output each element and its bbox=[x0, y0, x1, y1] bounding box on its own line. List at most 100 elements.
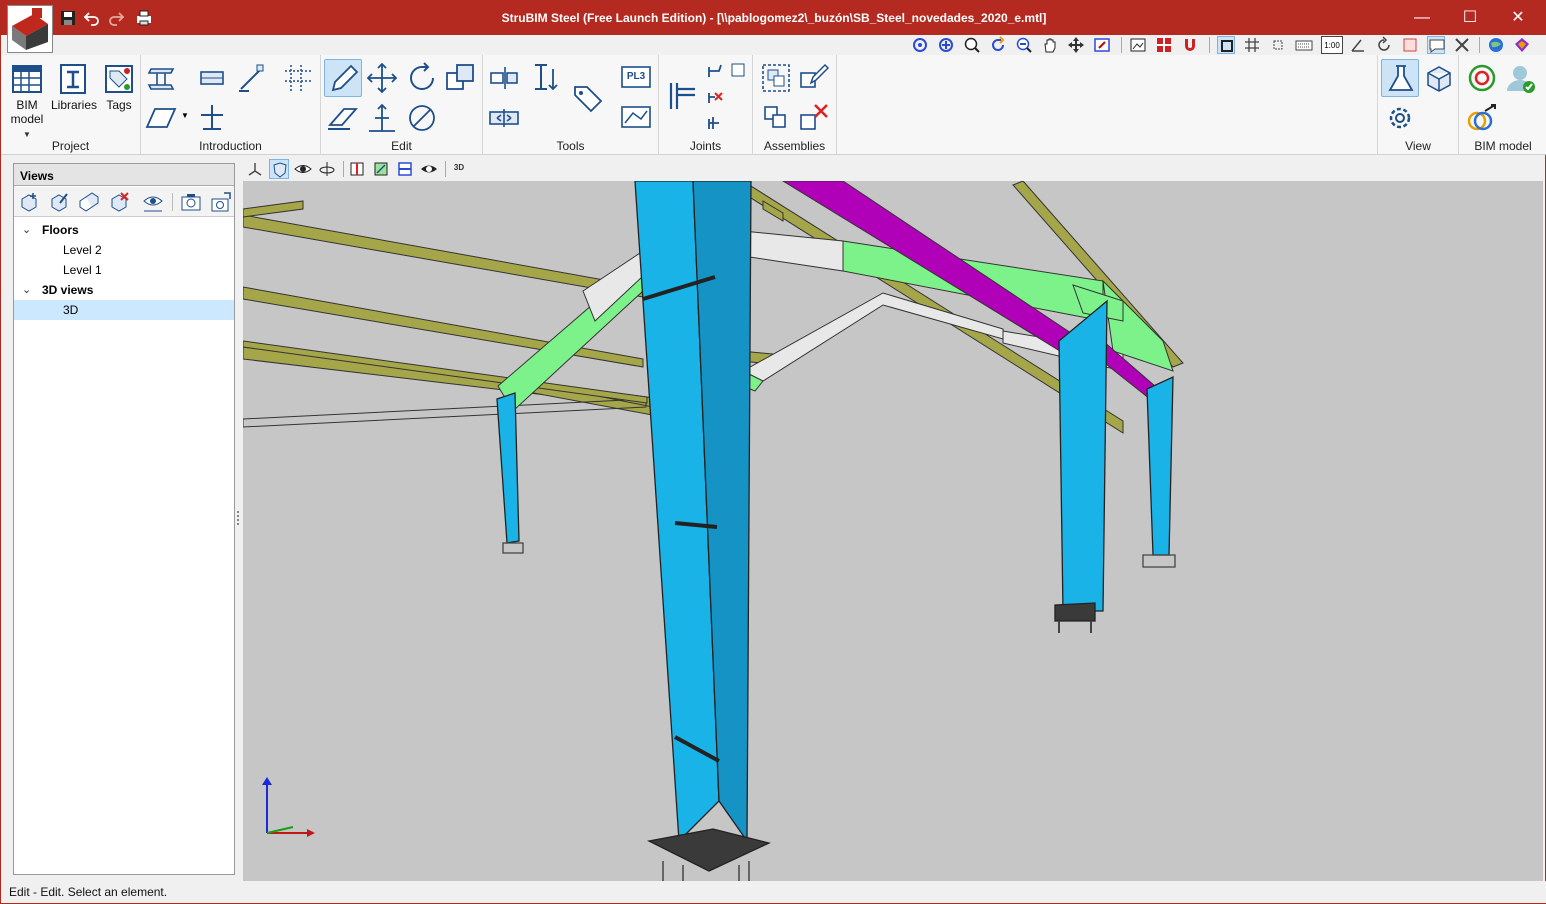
edit-assembly-button[interactable] bbox=[795, 59, 833, 97]
brace-button[interactable] bbox=[233, 59, 271, 97]
globe-icon[interactable] bbox=[1487, 36, 1505, 54]
tools-icon[interactable] bbox=[1453, 36, 1471, 54]
tree-label: Level 2 bbox=[63, 243, 102, 257]
joint-view-icon[interactable] bbox=[729, 61, 747, 79]
photo-icon[interactable] bbox=[1129, 36, 1147, 54]
joint-delete-icon[interactable] bbox=[705, 87, 725, 107]
move-button[interactable] bbox=[363, 59, 401, 97]
refresh-view-icon[interactable] bbox=[989, 36, 1007, 54]
assembly-parts-button[interactable] bbox=[757, 99, 795, 137]
layers-icon[interactable] bbox=[1401, 36, 1419, 54]
delete-assembly-button[interactable] bbox=[795, 99, 833, 137]
move-arrows-icon bbox=[366, 62, 398, 94]
open-bim-icon[interactable] bbox=[1513, 36, 1531, 54]
comment-icon[interactable] bbox=[1427, 36, 1445, 54]
close-button[interactable]: ✕ bbox=[1503, 7, 1533, 29]
chevron-down-icon[interactable]: ⌄ bbox=[22, 280, 36, 300]
create-assembly-button[interactable] bbox=[757, 59, 795, 97]
camera-icon[interactable] bbox=[180, 191, 202, 213]
section-blue-icon[interactable] bbox=[395, 159, 415, 179]
tree-label: Level 1 bbox=[63, 263, 102, 277]
snap-points-icon[interactable] bbox=[1269, 36, 1287, 54]
zoom-all-icon[interactable] bbox=[937, 36, 955, 54]
zoom-window-icon[interactable] bbox=[963, 36, 981, 54]
window-view-icon[interactable] bbox=[1093, 36, 1111, 54]
select-box-icon[interactable] bbox=[1217, 36, 1235, 54]
3d-box-button[interactable] bbox=[1420, 59, 1458, 97]
joint-edit-icon[interactable] bbox=[705, 61, 725, 81]
column-button[interactable] bbox=[143, 59, 181, 97]
libraries-button[interactable]: Libraries bbox=[51, 59, 97, 131]
chevron-down-icon[interactable]: ⌄ bbox=[22, 220, 36, 240]
tree-node-3d-views[interactable]: ⌄ 3D views bbox=[14, 280, 234, 300]
beam-icon bbox=[200, 71, 224, 85]
magnet-icon[interactable] bbox=[1181, 36, 1199, 54]
edit-pencil-button[interactable] bbox=[324, 59, 362, 97]
sheet-button[interactable] bbox=[617, 99, 655, 137]
tags-button[interactable]: Tags bbox=[97, 59, 141, 131]
pan-hand-icon[interactable] bbox=[1041, 36, 1059, 54]
brace-icon bbox=[239, 64, 264, 92]
view-settings-button[interactable] bbox=[1381, 99, 1419, 137]
copy-button[interactable] bbox=[441, 59, 479, 97]
angle-icon[interactable] bbox=[1349, 36, 1367, 54]
minimize-button[interactable]: — bbox=[1407, 7, 1437, 29]
edit-view-icon[interactable] bbox=[48, 191, 70, 213]
label-tag-button[interactable] bbox=[569, 79, 607, 117]
scale-badge[interactable]: 1:00 bbox=[1321, 36, 1343, 54]
zoom-out-icon[interactable] bbox=[1015, 36, 1033, 54]
section-red-icon[interactable] bbox=[347, 159, 367, 179]
camera-link-icon[interactable] bbox=[210, 191, 232, 213]
split-button[interactable] bbox=[485, 99, 523, 137]
tree-node-level-2[interactable]: Level 2 bbox=[14, 240, 234, 260]
bim-user-button[interactable] bbox=[1501, 59, 1539, 97]
move-view-icon[interactable] bbox=[1067, 36, 1085, 54]
plate-button[interactable] bbox=[143, 99, 181, 137]
eye-view-icon[interactable] bbox=[142, 191, 164, 213]
group-label-project: Project bbox=[51, 139, 90, 153]
plate-pl3-button[interactable]: PL3 bbox=[617, 59, 655, 97]
add-view-icon[interactable] bbox=[18, 191, 40, 213]
grid-icon[interactable] bbox=[1243, 36, 1261, 54]
app-logo[interactable] bbox=[7, 5, 53, 53]
visibility-icon[interactable] bbox=[293, 159, 313, 179]
grid-lines-button[interactable] bbox=[279, 59, 317, 97]
copy-view-icon[interactable] bbox=[78, 191, 100, 213]
render-mode-button[interactable] bbox=[1381, 59, 1419, 97]
orbit-icon[interactable] bbox=[911, 36, 929, 54]
orbit-mode-icon[interactable] bbox=[317, 159, 337, 179]
color-grid-icon[interactable] bbox=[1155, 36, 1173, 54]
hide-icon[interactable] bbox=[419, 159, 439, 179]
axis-gizmo bbox=[262, 777, 315, 837]
keyboard-icon[interactable] bbox=[1295, 36, 1313, 54]
bim-sync-button[interactable] bbox=[1463, 59, 1501, 97]
delete-view-icon[interactable] bbox=[108, 191, 130, 213]
3d-view-badge[interactable]: 3D bbox=[449, 159, 469, 179]
3d-viewport[interactable] bbox=[243, 181, 1543, 881]
maximize-button[interactable]: ☐ bbox=[1455, 7, 1485, 29]
anchor-button[interactable] bbox=[193, 99, 231, 137]
rotate-button[interactable] bbox=[403, 59, 441, 97]
joint-copy-icon[interactable] bbox=[705, 113, 725, 133]
bim-model-button[interactable]: BIM model ▼ bbox=[5, 59, 49, 139]
measure-button[interactable] bbox=[403, 99, 441, 137]
chevron-down-icon[interactable]: ▼ bbox=[181, 111, 189, 120]
panel-splitter[interactable] bbox=[237, 511, 240, 525]
column-icon bbox=[147, 68, 175, 90]
beam-button[interactable] bbox=[193, 59, 231, 97]
joint-button[interactable] bbox=[663, 77, 701, 115]
axes-icon[interactable] bbox=[245, 159, 265, 179]
align-button[interactable] bbox=[485, 59, 523, 97]
ribbon-group-edit: Edit bbox=[321, 55, 483, 155]
erase-button[interactable] bbox=[324, 99, 362, 137]
tree-node-3d[interactable]: 3D bbox=[14, 300, 234, 320]
section-green-icon[interactable] bbox=[371, 159, 391, 179]
tree-node-floors[interactable]: ⌄ Floors bbox=[14, 220, 234, 240]
tags-label: Tags bbox=[106, 98, 132, 112]
tree-node-level-1[interactable]: Level 1 bbox=[14, 260, 234, 280]
profile-length-button[interactable] bbox=[525, 59, 563, 97]
stretch-button[interactable] bbox=[363, 99, 401, 137]
shaded-mode-icon[interactable] bbox=[269, 159, 289, 179]
bim-share-button[interactable] bbox=[1463, 99, 1501, 137]
rotate-icon[interactable] bbox=[1375, 36, 1393, 54]
